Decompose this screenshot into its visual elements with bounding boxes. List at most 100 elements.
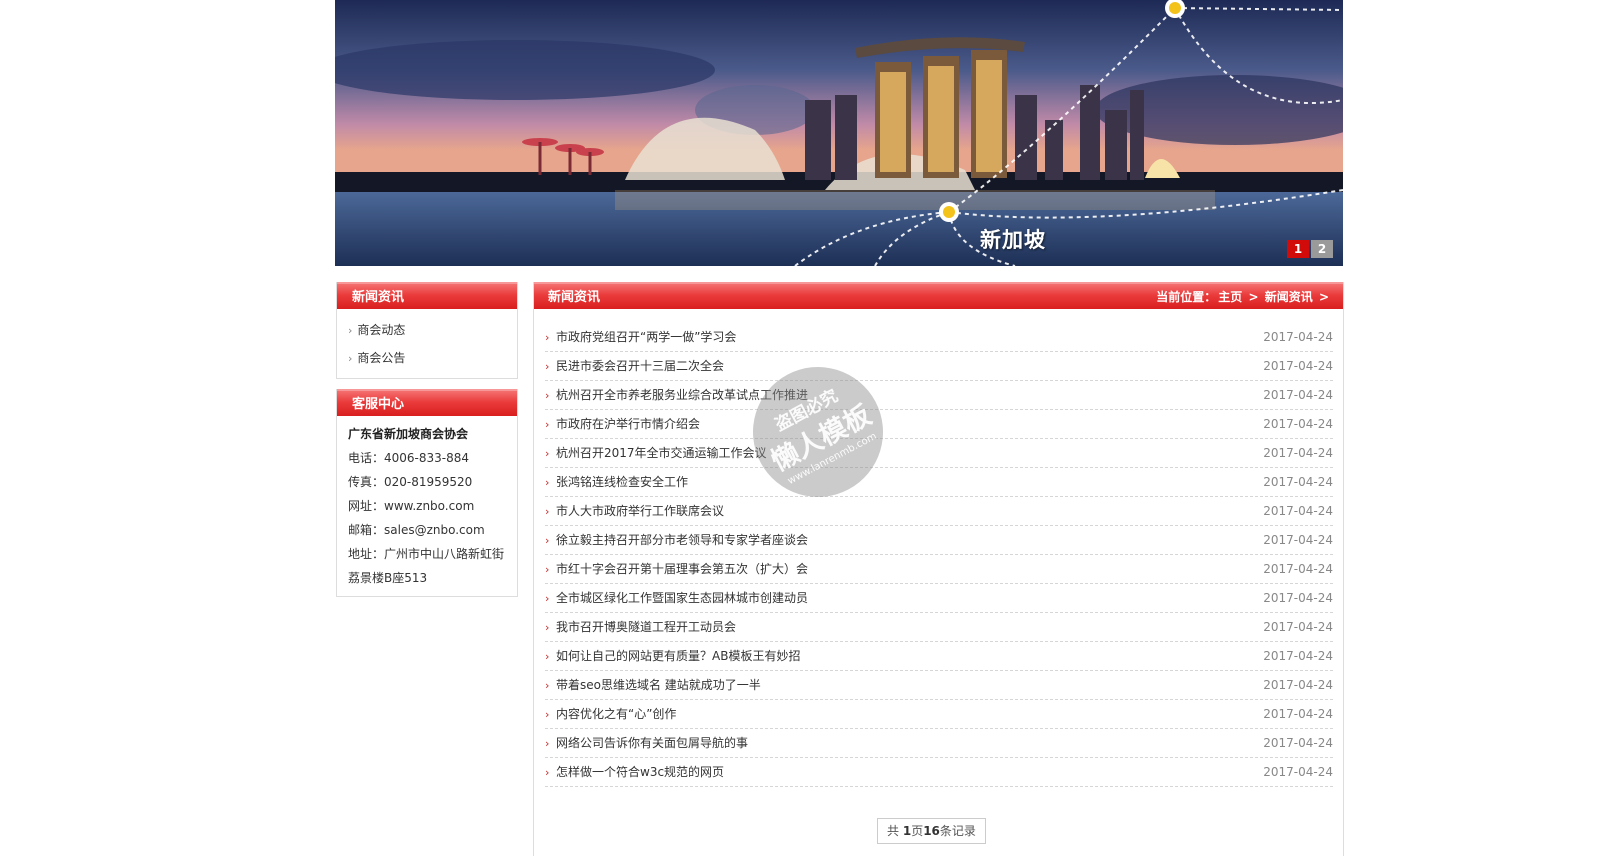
news-title-link[interactable]: 网络公司告诉你有关面包屑导航的事 [556,736,748,750]
chevron-right-icon: › [545,650,550,663]
list-item[interactable]: › 杭州召开全市养老服务业综合改革试点工作推进 2017-04-24 [545,381,1333,410]
slide-indicators: 1 2 [1287,240,1333,258]
news-date: 2017-04-24 [1263,562,1333,576]
hero-banner: 新加坡 1 2 [335,0,1343,266]
sidebar-item-label: 商会动态 [357,323,406,337]
breadcrumb-home-link[interactable]: 主页 [1218,290,1242,304]
contact-address-line1: 地址：广州市中山八路新虹街 [348,547,505,561]
news-title-link[interactable]: 杭州召开2017年全市交通运输工作会议 [556,446,767,460]
main-header: 新闻资讯 当前位置： 主页 > 新闻资讯 > [534,282,1343,309]
list-item[interactable]: › 张鸿铭连线检查安全工作 2017-04-24 [545,468,1333,497]
news-title-link[interactable]: 怎样做一个符合w3c规范的网页 [556,765,724,779]
news-title-link[interactable]: 张鸿铭连线检查安全工作 [556,475,688,489]
news-category-panel: 新闻资讯 › 商会动态 › 商会公告 [336,282,518,379]
sidebar-item-chamber-news[interactable]: › 商会动态 [337,316,517,344]
list-item[interactable]: › 徐立毅主持召开部分市老领导和专家学者座谈会 2017-04-24 [545,526,1333,555]
chevron-right-icon: › [545,534,550,547]
list-item[interactable]: › 内容优化之有“心”创作 2017-04-24 [545,700,1333,729]
list-item[interactable]: › 杭州召开2017年全市交通运输工作会议 2017-04-24 [545,439,1333,468]
chevron-right-icon: › [545,360,550,373]
pager-page-count: 1 [902,824,912,838]
news-date: 2017-04-24 [1263,591,1333,605]
main-content: 新闻资讯 当前位置： 主页 > 新闻资讯 > › 市政府党组召开“两学一做”学习会 2… [533,282,1344,856]
list-item[interactable]: › 市红十字会召开第十届理事会第五次（扩大）会 2017-04-24 [545,555,1333,584]
contact-website: 网址：www.znbo.com [348,499,475,513]
contact-info: 广东省新加坡商会协会 电话：4006-833-884 传真：020-819595… [337,416,517,596]
news-date: 2017-04-24 [1263,678,1333,692]
pagination-summary: 共 1页16条记录 [877,818,986,844]
banner-caption: 新加坡 [980,228,1046,252]
contact-email: 邮箱：sales@znbo.com [348,523,485,537]
news-title-link[interactable]: 我市召开博奥隧道工程开工动员会 [556,620,736,634]
news-date: 2017-04-24 [1263,533,1333,547]
news-date: 2017-04-24 [1263,359,1333,373]
chevron-right-icon: › [545,389,550,402]
pager-text: 页 [911,824,924,838]
news-title-link[interactable]: 徐立毅主持召开部分市老领导和专家学者座谈会 [556,533,808,547]
news-date: 2017-04-24 [1263,446,1333,460]
list-item[interactable]: › 怎样做一个符合w3c规范的网页 2017-04-24 [545,758,1333,787]
news-title-link[interactable]: 民进市委会召开十三届二次全会 [556,359,724,373]
news-title-link[interactable]: 市红十字会召开第十届理事会第五次（扩大）会 [556,562,808,576]
sidebar: 新闻资讯 › 商会动态 › 商会公告 客服中心 广东省新加坡商会协会 电话：4006… [336,282,518,597]
list-item[interactable]: › 带着seo思维选域名 建站就成功了一半 2017-04-24 [545,671,1333,700]
chevron-right-icon: › [348,352,353,365]
news-title-link[interactable]: 如何让自己的网站更有质量？AB模板王有妙招 [556,649,800,663]
sidebar-item-label: 商会公告 [357,351,406,365]
chevron-right-icon: › [545,592,550,605]
sidebar-item-chamber-notice[interactable]: › 商会公告 [337,344,517,372]
news-date: 2017-04-24 [1263,765,1333,779]
pager-record-count: 16 [923,824,940,838]
breadcrumb-separator: > [1248,290,1259,304]
news-list: › 市政府党组召开“两学一做”学习会 2017-04-24 › 民进市委会召开十三届二… [545,323,1333,787]
breadcrumb-current-link[interactable]: 新闻资讯 [1265,290,1313,304]
list-item[interactable]: › 市人大市政府举行工作联席会议 2017-04-24 [545,497,1333,526]
contact-phone: 电话：4006-833-884 [348,451,470,465]
customer-service-panel: 客服中心 广东省新加坡商会协会 电话：4006-833-884 传真：020-8… [336,389,518,597]
pager-text: 条记录 [939,824,976,838]
slide-dot-2[interactable]: 2 [1311,240,1333,258]
chevron-right-icon: › [545,766,550,779]
chevron-right-icon: › [545,563,550,576]
news-title-link[interactable]: 市人大市政府举行工作联席会议 [556,504,724,518]
customer-service-title: 客服中心 [337,389,517,416]
chevron-right-icon: › [545,505,550,518]
news-title-link[interactable]: 内容优化之有“心”创作 [556,707,676,721]
chevron-right-icon: › [545,621,550,634]
pager-text: 共 [887,824,903,838]
chevron-right-icon: › [545,331,550,344]
news-title-link[interactable]: 带着seo思维选域名 建站就成功了一半 [556,678,761,692]
banner-image [335,0,1343,266]
news-date: 2017-04-24 [1263,504,1333,518]
breadcrumb-separator: > [1318,290,1329,304]
chevron-right-icon: › [545,708,550,721]
news-category-menu: › 商会动态 › 商会公告 [337,309,517,378]
page-title: 新闻资讯 [548,290,601,305]
news-title-link[interactable]: 市政府党组召开“两学一做”学习会 [556,330,736,344]
breadcrumb-prefix: 当前位置： [1156,290,1217,304]
chevron-right-icon: › [545,737,550,750]
news-date: 2017-04-24 [1263,388,1333,402]
chevron-right-icon: › [545,418,550,431]
list-item[interactable]: › 我市召开博奥隧道工程开工动员会 2017-04-24 [545,613,1333,642]
news-title-link[interactable]: 市政府在沪举行市情介绍会 [556,417,700,431]
chevron-right-icon: › [545,447,550,460]
list-item[interactable]: › 市政府在沪举行市情介绍会 2017-04-24 [545,410,1333,439]
news-category-title: 新闻资讯 [337,282,517,309]
org-name: 广东省新加坡商会协会 [348,427,469,441]
contact-address-line2: 荔景楼B座513 [348,571,428,585]
news-date: 2017-04-24 [1263,475,1333,489]
news-date: 2017-04-24 [1263,620,1333,634]
chevron-right-icon: › [545,679,550,692]
list-item[interactable]: › 如何让自己的网站更有质量？AB模板王有妙招 2017-04-24 [545,642,1333,671]
list-item[interactable]: › 民进市委会召开十三届二次全会 2017-04-24 [545,352,1333,381]
news-date: 2017-04-24 [1263,736,1333,750]
list-item[interactable]: › 市政府党组召开“两学一做”学习会 2017-04-24 [545,323,1333,352]
slide-dot-1[interactable]: 1 [1287,240,1309,258]
list-item[interactable]: › 网络公司告诉你有关面包屑导航的事 2017-04-24 [545,729,1333,758]
list-item[interactable]: › 全市城区绿化工作暨国家生态园林城市创建动员 2017-04-24 [545,584,1333,613]
news-title-link[interactable]: 全市城区绿化工作暨国家生态园林城市创建动员 [556,591,808,605]
news-date: 2017-04-24 [1263,707,1333,721]
chevron-right-icon: › [545,476,550,489]
news-date: 2017-04-24 [1263,649,1333,663]
